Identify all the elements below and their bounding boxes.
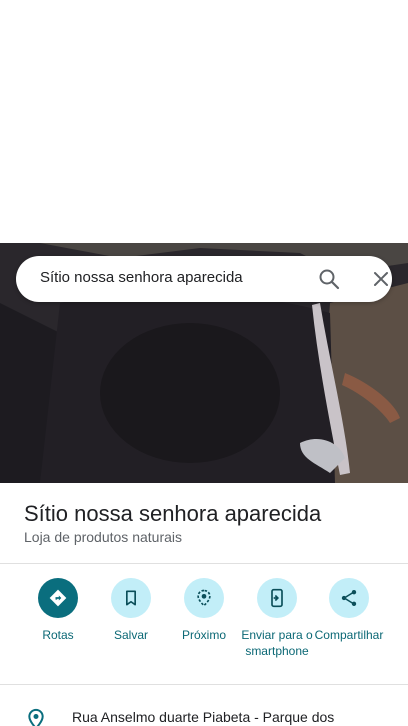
search-input[interactable]: Sítio nossa senhora aparecida	[40, 269, 243, 286]
place-title: Sítio nossa senhora aparecida	[24, 501, 322, 526]
search-bar[interactable]: Sítio nossa senhora aparecida	[16, 256, 392, 302]
divider	[0, 563, 408, 564]
send-to-phone-icon	[257, 578, 297, 618]
place-category[interactable]: Loja de produtos naturais	[24, 529, 182, 545]
send-to-phone-label: Enviar para o smartphone	[241, 628, 313, 658]
send-to-phone-button[interactable]: Enviar para o smartphone	[239, 578, 315, 659]
nearby-icon	[184, 578, 224, 618]
divider	[0, 684, 408, 685]
address-row[interactable]: Rua Anselmo duarte Piabeta - Parque dos	[0, 704, 408, 726]
directions-icon	[38, 578, 78, 618]
share-label: Compartilhar	[314, 628, 384, 642]
directions-button[interactable]: Rotas	[20, 578, 96, 643]
search-icon[interactable]	[317, 267, 341, 291]
nearby-label: Próximo	[181, 628, 226, 642]
address-text: Rua Anselmo duarte Piabeta - Parque dos	[72, 709, 335, 725]
location-pin-icon	[26, 708, 46, 726]
bookmark-icon	[111, 578, 151, 618]
blank-area	[0, 0, 408, 243]
share-button[interactable]: Compartilhar	[311, 578, 387, 643]
directions-label: Rotas	[42, 628, 74, 642]
nearby-button[interactable]: Próximo	[166, 578, 242, 643]
share-icon	[329, 578, 369, 618]
save-label: Salvar	[113, 628, 148, 642]
close-icon[interactable]	[369, 267, 393, 291]
save-button[interactable]: Salvar	[93, 578, 169, 643]
